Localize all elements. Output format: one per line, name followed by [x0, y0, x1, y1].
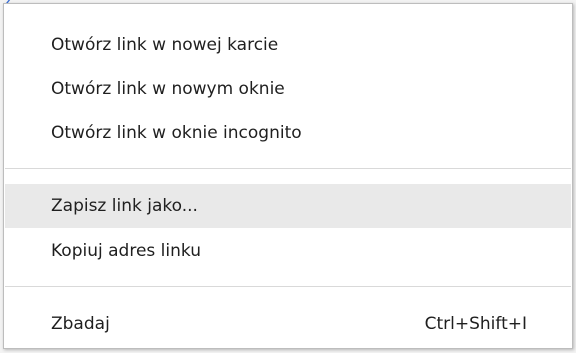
menu-item-label: Zbadaj — [51, 314, 110, 334]
menu-item-open-in-new-window[interactable]: Otwórz link w nowym oknie — [5, 67, 571, 111]
menu-separator — [5, 286, 571, 287]
menu-item-copy-link-address[interactable]: Kopiuj adres linku — [5, 229, 571, 273]
menu-item-label: Kopiuj adres linku — [51, 241, 201, 261]
context-menu: Otwórz link w nowej karcie Otwórz link w… — [3, 3, 573, 349]
menu-item-label: Zapisz link jako... — [51, 196, 198, 216]
keyboard-shortcut: Ctrl+Shift+I — [424, 314, 527, 334]
menu-item-label: Otwórz link w nowym oknie — [51, 79, 285, 99]
menu-item-open-in-new-tab[interactable]: Otwórz link w nowej karcie — [5, 23, 571, 67]
menu-item-open-incognito[interactable]: Otwórz link w oknie incognito — [5, 111, 571, 155]
menu-separator — [5, 168, 571, 169]
menu-item-save-link-as[interactable]: Zapisz link jako... — [5, 184, 571, 228]
menu-item-inspect[interactable]: Zbadaj Ctrl+Shift+I — [5, 302, 571, 346]
menu-item-label: Otwórz link w oknie incognito — [51, 123, 302, 143]
menu-item-label: Otwórz link w nowej karcie — [51, 35, 279, 55]
